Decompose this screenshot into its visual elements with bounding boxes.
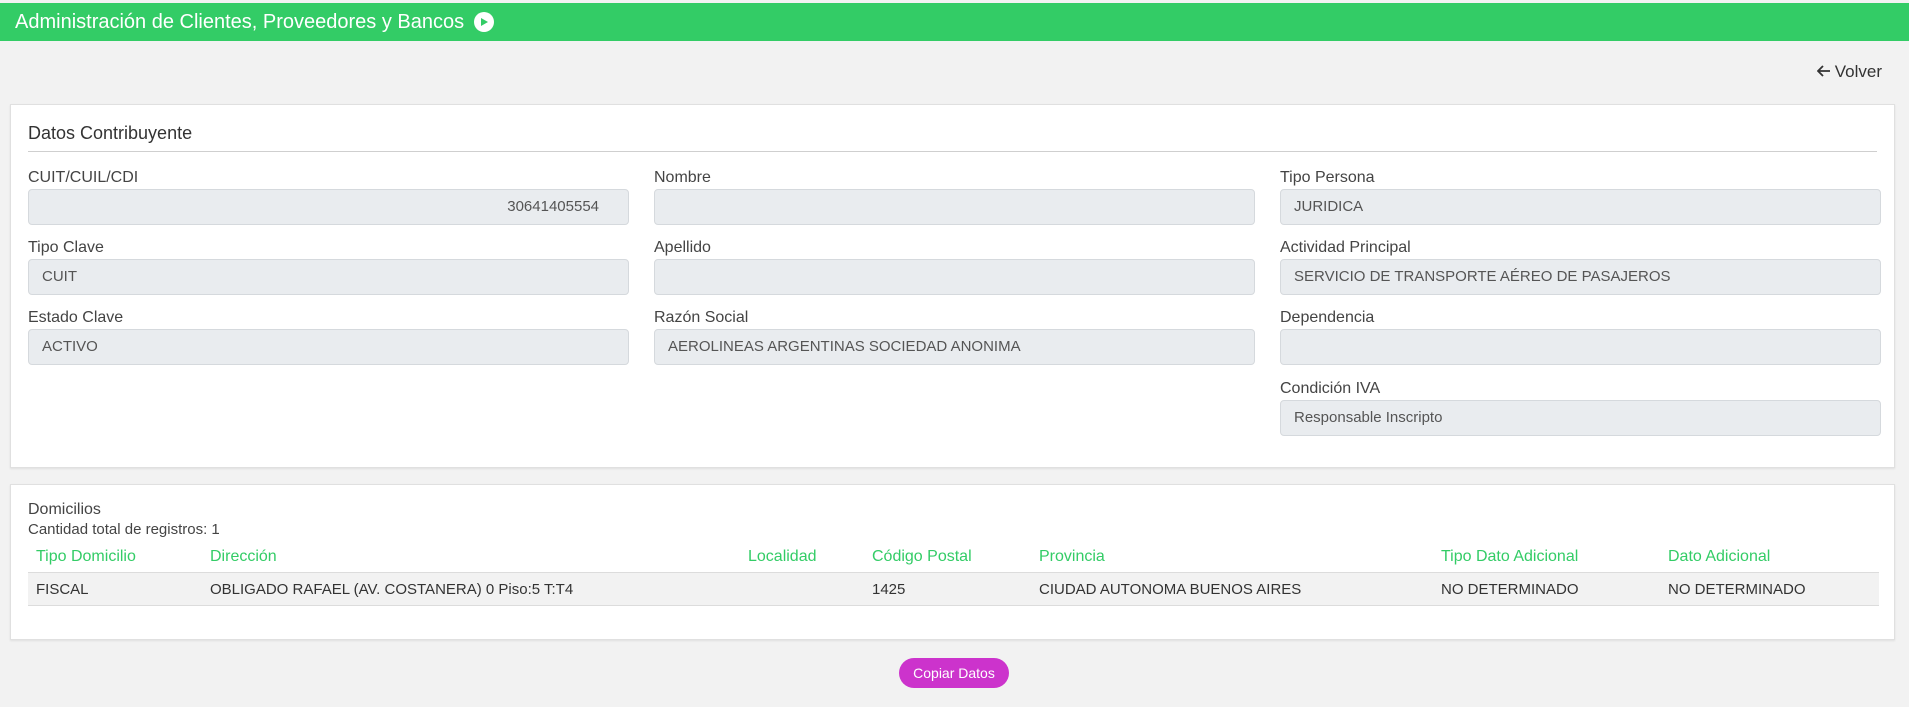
table-row[interactable]: FISCAL OBLIGADO RAFAEL (AV. COSTANERA) 0… bbox=[28, 572, 1879, 606]
estado-clave-input[interactable]: ACTIVO bbox=[28, 329, 629, 365]
estado-clave-field: Estado Clave ACTIVO bbox=[28, 307, 629, 365]
cuit-label: CUIT/CUIL/CDI bbox=[28, 169, 139, 186]
dependencia-label: Dependencia bbox=[1280, 309, 1375, 326]
column-header[interactable]: Dato Adicional bbox=[1660, 541, 1879, 573]
domicilios-panel: Domicilios Cantidad total de registros: … bbox=[10, 484, 1895, 640]
apellido-input[interactable] bbox=[654, 259, 1255, 295]
cuit-field: CUIT/CUIL/CDI 30641405554 bbox=[28, 167, 629, 225]
cuit-input[interactable]: 30641405554 bbox=[28, 189, 629, 225]
condicion-iva-label: Condición IVA bbox=[1280, 380, 1381, 397]
column-header[interactable]: Localidad bbox=[740, 541, 864, 573]
dependencia-field: Dependencia bbox=[1280, 307, 1881, 365]
contribuyente-panel: Datos Contribuyente CUIT/CUIL/CDI 306414… bbox=[10, 104, 1895, 468]
column-header[interactable]: Tipo Domicilio bbox=[28, 541, 202, 573]
dependencia-input[interactable] bbox=[1280, 329, 1881, 365]
apellido-label: Apellido bbox=[654, 239, 711, 256]
divider bbox=[28, 151, 1877, 152]
table-cell bbox=[740, 572, 864, 606]
nombre-input[interactable] bbox=[654, 189, 1255, 225]
nombre-field: Nombre bbox=[654, 167, 1255, 225]
back-label: Volver bbox=[1834, 62, 1882, 81]
section-title: Datos Contribuyente bbox=[28, 123, 193, 143]
razon-social-input[interactable]: AEROLINEAS ARGENTINAS SOCIEDAD ANONIMA bbox=[654, 329, 1255, 365]
tipo-persona-label: Tipo Persona bbox=[1280, 169, 1375, 186]
tipo-persona-input[interactable]: JURIDICA bbox=[1280, 189, 1881, 225]
table-cell: OBLIGADO RAFAEL (AV. COSTANERA) 0 Piso:5… bbox=[202, 572, 740, 606]
estado-clave-label: Estado Clave bbox=[28, 309, 124, 326]
tipo-persona-field: Tipo Persona JURIDICA bbox=[1280, 167, 1881, 225]
column-header[interactable]: Provincia bbox=[1031, 541, 1433, 573]
domicilios-table: Tipo Domicilio Dirección Localidad Códig… bbox=[28, 541, 1879, 606]
table-cell: 1425 bbox=[864, 572, 1031, 606]
table-cell: FISCAL bbox=[28, 572, 202, 606]
table-cell: CIUDAD AUTONOMA BUENOS AIRES bbox=[1031, 572, 1433, 606]
table-header-row: Tipo Domicilio Dirección Localidad Códig… bbox=[28, 541, 1879, 573]
copy-data-button[interactable]: Copiar Datos bbox=[899, 658, 1009, 688]
column-header[interactable]: Código Postal bbox=[864, 541, 1031, 573]
table-cell: NO DETERMINADO bbox=[1660, 572, 1879, 606]
column-header[interactable]: Dirección bbox=[202, 541, 740, 573]
tipo-clave-label: Tipo Clave bbox=[28, 239, 104, 256]
tipo-clave-input[interactable]: CUIT bbox=[28, 259, 629, 295]
condicion-iva-input[interactable]: Responsable Inscripto bbox=[1280, 400, 1881, 436]
play-circle-icon[interactable] bbox=[474, 12, 495, 32]
actividad-input[interactable]: SERVICIO DE TRANSPORTE AÉREO DE PASAJERO… bbox=[1280, 259, 1881, 295]
nombre-label: Nombre bbox=[654, 169, 711, 186]
column-header[interactable]: Tipo Dato Adicional bbox=[1433, 541, 1660, 573]
arrow-left-icon bbox=[1816, 62, 1831, 82]
actividad-label: Actividad Principal bbox=[1280, 239, 1411, 256]
tipo-clave-field: Tipo Clave CUIT bbox=[28, 237, 629, 295]
condicion-iva-field: Condición IVA Responsable Inscripto bbox=[1280, 378, 1881, 436]
razon-social-field: Razón Social AEROLINEAS ARGENTINAS SOCIE… bbox=[654, 307, 1255, 365]
app-title: Administración de Clientes, Proveedores … bbox=[15, 10, 465, 33]
app-header: Administración de Clientes, Proveedores … bbox=[0, 3, 1909, 41]
apellido-field: Apellido bbox=[654, 237, 1255, 295]
actividad-field: Actividad Principal SERVICIO DE TRANSPOR… bbox=[1280, 237, 1881, 295]
razon-social-label: Razón Social bbox=[654, 309, 749, 326]
back-button[interactable]: Volver bbox=[1816, 62, 1882, 82]
record-count: Cantidad total de registros: 1 bbox=[28, 521, 220, 538]
domicilios-title: Domicilios bbox=[28, 501, 101, 518]
table-cell: NO DETERMINADO bbox=[1433, 572, 1660, 606]
